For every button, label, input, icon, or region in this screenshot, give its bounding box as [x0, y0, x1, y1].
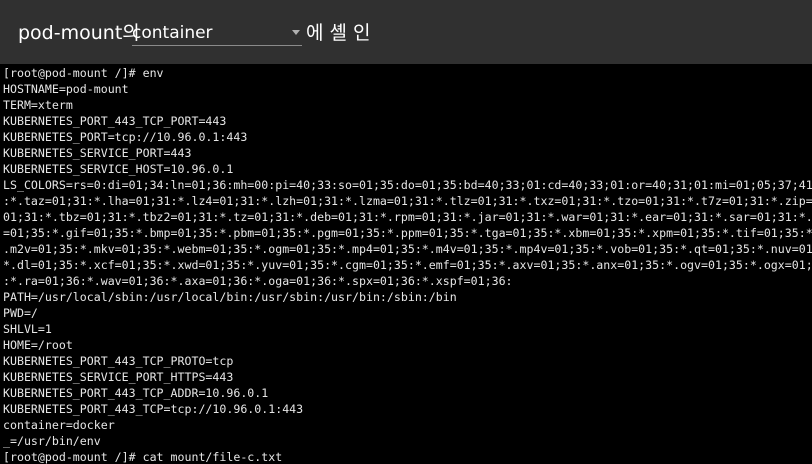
chevron-down-icon [292, 30, 300, 35]
terminal-line: KUBERNETES_PORT_443_TCP_ADDR=10.96.0.1 [3, 386, 269, 400]
terminal-line: .m2v=01;35:*.mkv=01;35:*.webm=01;35:*.og… [3, 242, 812, 256]
shell-title-label: 에 셸 인 [306, 22, 371, 44]
terminal-line: KUBERNETES_PORT=tcp://10.96.0.1:443 [3, 130, 248, 144]
shell-header: pod-mount의 container 에 셸 인 [0, 0, 812, 64]
terminal-line: KUBERNETES_SERVICE_PORT=443 [3, 146, 192, 160]
terminal-line: KUBERNETES_PORT_443_TCP_PROTO=tcp [3, 354, 234, 368]
terminal-line: container=docker [3, 418, 115, 432]
terminal-line: KUBERNETES_PORT_443_TCP=tcp://10.96.0.1:… [3, 402, 304, 416]
container-select-value: container [132, 23, 213, 43]
terminal-line: [root@pod-mount /]# cat mount/file-c.txt [3, 450, 283, 464]
terminal-line: :*.ra=01;36:*.wav=01;36:*.axa=01;36:*.og… [3, 274, 513, 288]
terminal-line: HOME=/root [3, 338, 73, 352]
terminal-line: PWD=/ [3, 306, 38, 320]
container-select[interactable]: container [132, 20, 302, 46]
terminal-line: [root@pod-mount /]# env [3, 66, 164, 80]
pod-name-label: pod-mount의 [18, 22, 140, 44]
terminal-line: _=/usr/bin/env [3, 434, 101, 448]
terminal-line: LS_COLORS=rs=0:di=01;34:ln=01;36:mh=00:p… [3, 178, 812, 192]
terminal-line: HOSTNAME=pod-mount [3, 82, 129, 96]
terminal-line: PATH=/usr/local/sbin:/usr/local/bin:/usr… [3, 290, 457, 304]
terminal-line: TERM=xterm [3, 98, 73, 112]
terminal-line: KUBERNETES_PORT_443_TCP_PORT=443 [3, 114, 227, 128]
terminal-output[interactable]: [root@pod-mount /]# env HOSTNAME=pod-moun… [0, 64, 812, 464]
terminal-line: SHLVL=1 [3, 322, 52, 336]
terminal-line: KUBERNETES_SERVICE_HOST=10.96.0.1 [3, 162, 234, 176]
terminal-line: =01;35:*.gif=01;35:*.bmp=01;35:*.pbm=01;… [3, 226, 812, 240]
terminal-line: KUBERNETES_SERVICE_PORT_HTTPS=443 [3, 370, 234, 384]
terminal-line: 01;31:*.tbz=01;31:*.tbz2=01;31:*.tz=01;3… [3, 210, 812, 224]
terminal-line: *.dl=01;35:*.xcf=01;35:*.xwd=01;35:*.yuv… [3, 258, 812, 272]
terminal-line: :*.taz=01;31:*.lha=01;31:*.lz4=01;31:*.l… [3, 194, 812, 208]
